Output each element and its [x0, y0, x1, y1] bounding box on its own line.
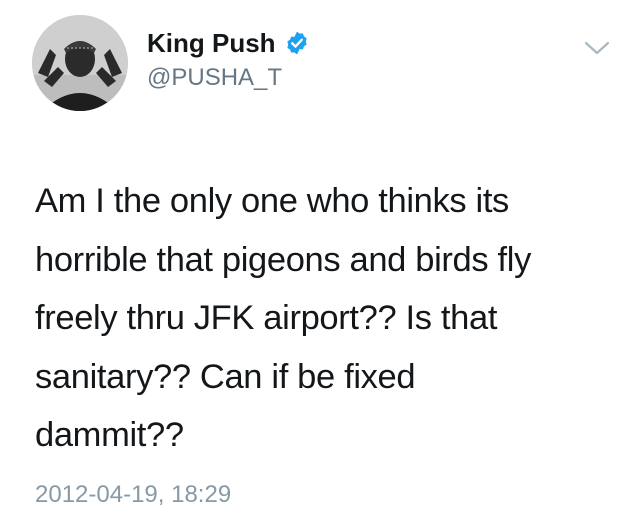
- tweet-card: King Push @PUSHA_T Am I the only one who…: [0, 0, 640, 532]
- tweet-timestamp[interactable]: 2012-04-19, 18:29: [35, 480, 231, 510]
- author-name-row[interactable]: King Push: [147, 26, 310, 60]
- display-name[interactable]: King Push: [147, 26, 276, 60]
- avatar[interactable]: [32, 15, 128, 111]
- tweet-text: Am I the only one who thinks its horribl…: [35, 182, 531, 454]
- chevron-down-icon[interactable]: [581, 38, 613, 58]
- avatar-image: [32, 15, 128, 111]
- user-handle[interactable]: @PUSHA_T: [147, 63, 282, 93]
- verified-badge-icon: [284, 30, 310, 56]
